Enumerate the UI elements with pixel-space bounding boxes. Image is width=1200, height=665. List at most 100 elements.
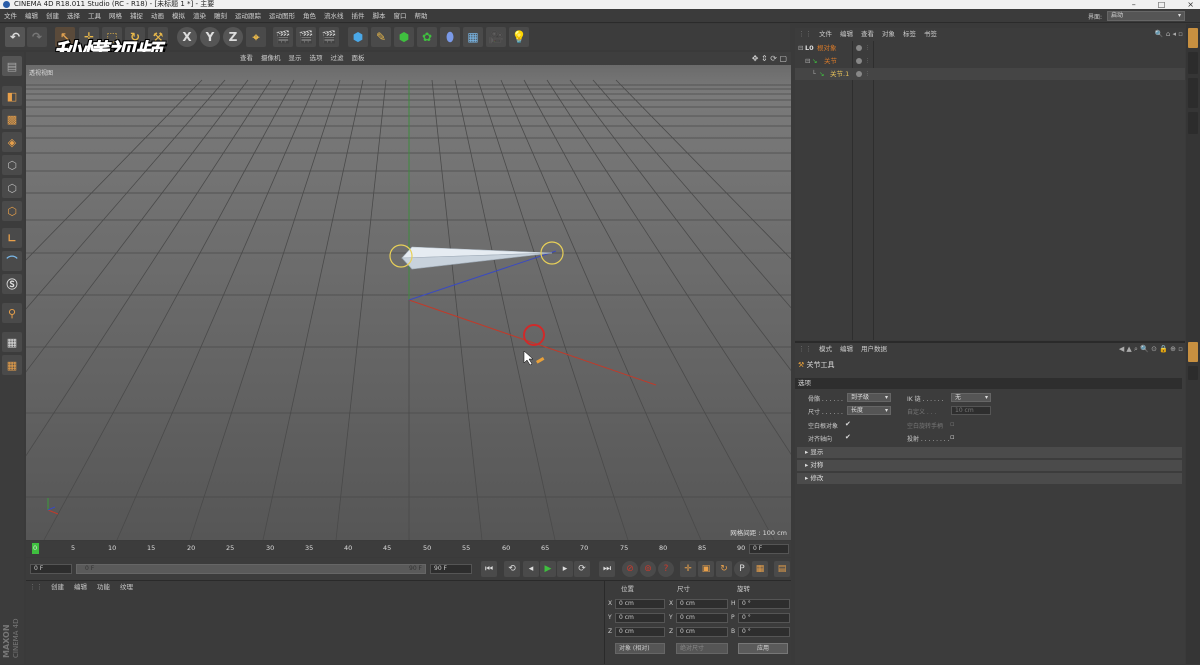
prev-key-icon[interactable]: ⟲ — [504, 561, 520, 577]
workplane-icon[interactable]: ◈ — [2, 132, 22, 152]
am-menu-mode[interactable]: 模式 — [815, 343, 836, 355]
minimize-icon[interactable]: – — [1132, 0, 1136, 9]
om-menu-bookmarks[interactable]: 书签 — [920, 28, 941, 40]
menu-plugins[interactable]: 插件 — [348, 9, 369, 23]
goto-start-icon[interactable]: ⏮ — [481, 561, 497, 577]
menu-animate[interactable]: 动画 — [147, 9, 168, 23]
structure-tab[interactable] — [1188, 112, 1198, 134]
maximize-icon[interactable]: □ — [1158, 0, 1166, 9]
align-axis-checkbox[interactable]: ✔ — [845, 433, 851, 441]
panel-grip-icon[interactable]: ⋮⋮ — [26, 581, 46, 594]
section-modify[interactable]: ▸ 修改 — [797, 473, 1182, 484]
close-icon[interactable]: × — [1187, 0, 1194, 9]
visibility-dot-icon[interactable] — [856, 45, 862, 51]
am-menu-user-data[interactable]: 用户数据 — [857, 343, 891, 355]
layout-select[interactable]: 启动 — [1107, 11, 1185, 21]
snap-icon[interactable]: Ⓢ — [2, 274, 22, 294]
menu-help[interactable]: 帮助 — [411, 9, 432, 23]
panel-grip-icon[interactable]: ⋮⋮ — [795, 28, 815, 40]
menu-edit[interactable]: 编辑 — [21, 9, 42, 23]
menu-motion-tracking[interactable]: 运动跟踪 — [231, 9, 265, 23]
size-z-field[interactable]: 0 cm — [676, 627, 728, 637]
size-mode-dropdown[interactable]: 绝对尺寸 — [676, 643, 728, 654]
object-row-root[interactable]: ⊟ L0 根对象 ⋮ — [795, 42, 1185, 54]
menu-window[interactable]: 窗口 — [390, 9, 411, 23]
tweak-mode-icon[interactable]: ⌒ — [2, 251, 22, 271]
pen-spline-icon[interactable]: ✎ — [371, 27, 391, 47]
magnet-icon[interactable]: ⚲ — [2, 303, 22, 323]
timeline-ruler[interactable]: 0 5 10 15 20 25 30 35 40 45 50 55 60 65 … — [26, 541, 791, 557]
menu-simulate[interactable]: 模拟 — [168, 9, 189, 23]
rotation-h-field[interactable]: 0 ° — [738, 599, 790, 609]
am-toolbar-icons[interactable]: ◀ ▲ ⌕ 🔍 ⊙ 🔒 ⊕ ▫ — [1119, 343, 1183, 355]
material-menu-texture[interactable]: 纹理 — [115, 581, 138, 594]
menu-mograph[interactable]: 运动图形 — [265, 9, 299, 23]
material-menu-function[interactable]: 功能 — [92, 581, 115, 594]
render-dots-icon[interactable]: ⋮ — [865, 55, 870, 67]
frame-range-slider[interactable]: 0 F 90 F — [76, 564, 426, 574]
start-frame-field[interactable]: 0 F — [30, 564, 72, 574]
menu-script[interactable]: 脚本 — [369, 9, 390, 23]
x-axis-lock-icon[interactable]: X — [177, 27, 197, 47]
menu-file[interactable]: 文件 — [0, 9, 21, 23]
next-key-icon[interactable]: ⟳ — [574, 561, 590, 577]
render-settings-icon[interactable]: 🎬 — [319, 27, 339, 47]
null-root-checkbox[interactable]: ✔ — [845, 420, 851, 428]
subdivision-icon[interactable]: ⬢ — [394, 27, 414, 47]
object-name[interactable]: 关节 — [824, 55, 837, 67]
expand-icon[interactable]: ⊟ — [798, 42, 803, 54]
rotation-b-field[interactable]: 0 ° — [738, 627, 790, 637]
bone-dropdown[interactable]: 到子级 — [847, 393, 891, 402]
null-rotation-handle-checkbox[interactable]: ▫ — [950, 420, 955, 428]
om-menu-view[interactable]: 查看 — [857, 28, 878, 40]
next-frame-icon[interactable]: ▸ — [557, 561, 573, 577]
floor-icon[interactable]: ▦ — [463, 27, 483, 47]
rotation-p-field[interactable]: 0 ° — [738, 613, 790, 623]
play-icon[interactable]: ▶ — [540, 561, 556, 577]
panel-grip-icon[interactable]: ⋮⋮ — [795, 343, 815, 355]
viewport-menu-options[interactable]: 选项 — [306, 52, 327, 65]
menu-character[interactable]: 角色 — [299, 9, 320, 23]
end-frame-field[interactable]: 90 F — [430, 564, 472, 574]
apply-button[interactable]: 应用 — [738, 643, 788, 654]
grid-icon[interactable]: ▦ — [2, 355, 22, 375]
key-scale-icon[interactable]: ▣ — [698, 561, 714, 577]
om-toolbar-icons[interactable]: 🔍 ⌂ ◂ ▫ — [1155, 28, 1183, 40]
takes-tab[interactable] — [1188, 52, 1198, 74]
perspective-viewport[interactable]: 透视视图 网格间距 : 100 cm — [26, 65, 791, 540]
render-view-icon[interactable]: 🎬 — [273, 27, 293, 47]
size-y-field[interactable]: 0 cm — [676, 613, 728, 623]
visibility-dot-icon[interactable] — [856, 58, 862, 64]
texture-mode-icon[interactable]: ▩ — [2, 109, 22, 129]
axis-mode-icon[interactable]: ∟ — [2, 228, 22, 248]
menu-select[interactable]: 选择 — [63, 9, 84, 23]
render-dots-icon[interactable]: ⋮ — [865, 42, 870, 54]
coord-mode-dropdown[interactable]: 对象 (相对) — [615, 643, 665, 654]
points-mode-icon[interactable]: ⬡ — [2, 155, 22, 175]
object-name[interactable]: 根对象 — [817, 42, 837, 54]
autokey-icon[interactable]: ⊚ — [640, 561, 656, 577]
y-axis-lock-icon[interactable]: Y — [200, 27, 220, 47]
visibility-dot-icon[interactable] — [856, 71, 862, 77]
viewport-nav-icons[interactable]: ✥ ⇕ ⟳ ▢ — [752, 52, 787, 65]
section-display[interactable]: ▸ 显示 — [797, 447, 1182, 458]
menu-tools[interactable]: 工具 — [84, 9, 105, 23]
om-menu-objects[interactable]: 对象 — [878, 28, 899, 40]
section-symmetry[interactable]: ▸ 对称 — [797, 460, 1182, 471]
deformer-icon[interactable]: ⬮ — [440, 27, 460, 47]
material-menu-edit[interactable]: 编辑 — [69, 581, 92, 594]
z-axis-lock-icon[interactable]: Z — [223, 27, 243, 47]
cube-icon[interactable]: ⬢ — [348, 27, 368, 47]
key-parameter-icon[interactable]: P — [734, 561, 750, 577]
om-menu-edit[interactable]: 编辑 — [836, 28, 857, 40]
om-menu-tags[interactable]: 标签 — [899, 28, 920, 40]
workplane-lock-icon[interactable]: ▦ — [2, 332, 22, 352]
content-browser-tab[interactable] — [1188, 78, 1198, 108]
size-dropdown[interactable]: 长度 — [847, 406, 891, 415]
current-frame-field[interactable]: 0 F — [749, 544, 789, 554]
timeline-window-icon[interactable]: ▤ — [774, 561, 790, 577]
menu-snap[interactable]: 捕捉 — [126, 9, 147, 23]
options-tab[interactable]: 选项 — [795, 378, 1182, 389]
menu-render[interactable]: 渲染 — [189, 9, 210, 23]
redo-icon[interactable]: ↷ — [27, 27, 47, 47]
